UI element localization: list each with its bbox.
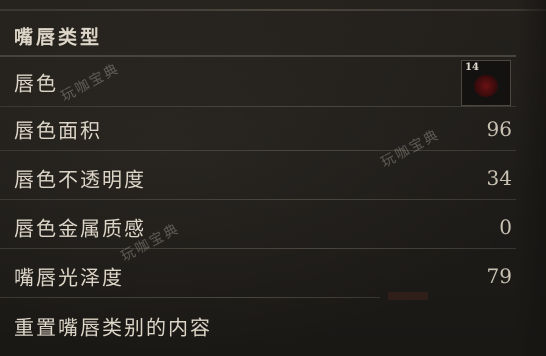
lip-color-swatch[interactable]: 14 (461, 60, 511, 106)
lip-gloss-row[interactable]: 嘴唇光泽度 79 (0, 254, 520, 298)
lip-color-metallic-row[interactable]: 唇色金属质感 0 (0, 205, 520, 249)
lip-color-opacity-value: 34 (486, 166, 512, 190)
reset-lip-category-button[interactable]: 重置嘴唇类别的内容 (0, 302, 520, 350)
color-blob (474, 75, 498, 97)
swatch-index: 14 (465, 62, 479, 73)
row-divider (0, 248, 516, 249)
lip-type-header[interactable]: 嘴唇类型 (0, 15, 520, 57)
edge-shadow (516, 0, 546, 356)
decorative-mark (388, 292, 428, 300)
row-divider (0, 150, 516, 151)
lip-color-metallic-label: 唇色金属质感 (14, 216, 146, 241)
lip-type-title: 嘴唇类型 (14, 26, 103, 49)
reset-lip-category-label: 重置嘴唇类别的内容 (14, 315, 212, 340)
lip-color-metallic-value: 0 (499, 215, 512, 239)
lip-gloss-label: 嘴唇光泽度 (14, 265, 124, 290)
lip-color-label: 唇色 (14, 71, 58, 96)
lip-color-area-label: 唇色面积 (14, 118, 102, 143)
lip-settings-panel: 嘴唇类型 唇色 14 唇色面积 96 唇色不透明度 34 唇色金属质感 0 嘴唇… (0, 0, 546, 356)
row-divider (0, 199, 516, 200)
row-divider (0, 297, 380, 298)
lip-color-area-row[interactable]: 唇色面积 96 (0, 107, 520, 151)
top-divider (0, 9, 546, 11)
lip-color-opacity-row[interactable]: 唇色不透明度 34 (0, 156, 520, 200)
lip-color-area-value: 96 (486, 117, 512, 141)
lip-color-opacity-label: 唇色不透明度 (14, 167, 146, 192)
lip-gloss-value: 79 (486, 264, 512, 288)
